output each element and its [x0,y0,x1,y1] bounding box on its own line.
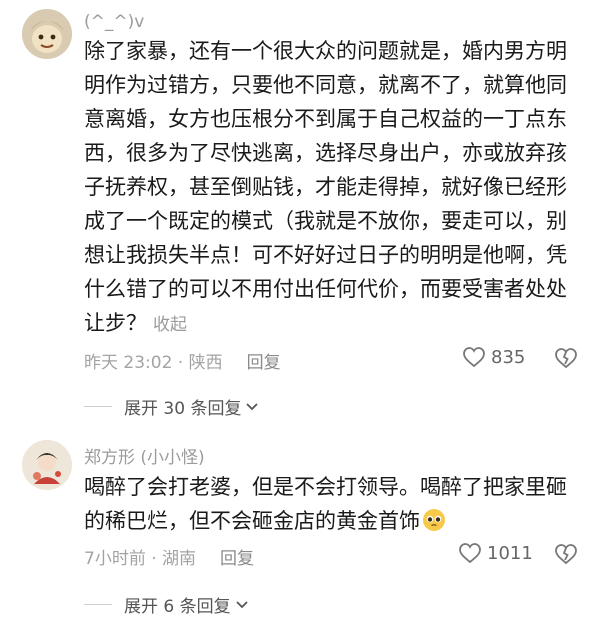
expand-divider [84,406,112,407]
comment-content: 喝醉了会打老婆，但是不会打领导。喝醉了把家里砸的稀巴烂，但不会砸金店的黄金首饰 [84,470,584,538]
dislike-button[interactable] [554,347,578,373]
heart-icon [459,543,481,564]
expand-label: 展开 30 条回复 [124,399,242,419]
expand-replies-button[interactable]: 展开 30 条回复 [84,394,259,419]
meta-separator: · [145,549,163,569]
timestamp: 昨天 23:02 [84,353,173,373]
broken-heart-icon [555,544,577,565]
like-count: 1011 [487,542,533,564]
username[interactable]: 郑方形 (小小怪) [84,443,205,468]
collapse-link[interactable]: 收起 [153,315,187,335]
location: 湖南 [162,549,197,569]
comment-meta: 昨天 23:02 · 陕西 回复 [84,348,281,373]
dislike-button[interactable] [554,543,578,569]
expand-replies-button[interactable]: 展开 6 条回复 [84,592,249,617]
like-button[interactable]: 835 [462,346,525,368]
illustrated-character-avatar-icon [22,440,72,490]
chevron-down-icon [246,402,259,410]
expand-label: 展开 6 条回复 [124,597,231,617]
avatar[interactable] [22,9,72,59]
chevron-down-icon [235,600,248,608]
reply-button[interactable]: 回复 [220,549,254,569]
like-count: 835 [491,346,526,368]
heart-icon [463,347,485,368]
reply-button[interactable]: 回复 [247,353,281,373]
meta-separator: · [172,353,189,373]
comment-text: 除了家暴，还有一个很大众的问题就是，婚内男方明明作为过错方，只要他不同意，就离不… [84,39,567,335]
expand-divider [84,604,112,605]
comment-text: 喝醉了会打老婆，但是不会打领导。喝醉了把家里砸的稀巴烂，但不会砸金店的黄金首饰 [84,475,567,533]
avatar[interactable] [22,440,72,490]
location: 陕西 [188,353,223,373]
pleading-face-emoji-icon [423,509,445,531]
like-button[interactable]: 1011 [458,542,533,564]
cartoon-face-avatar-icon [22,9,72,59]
timestamp: 7小时前 [84,549,146,569]
comment-meta: 7小时前 · 湖南 回复 [84,544,254,569]
broken-heart-icon [555,348,577,369]
comment-content: 除了家暴，还有一个很大众的问题就是，婚内男方明明作为过错方，只要他不同意，就离不… [84,34,584,342]
username[interactable]: (^_^)v [84,12,144,32]
